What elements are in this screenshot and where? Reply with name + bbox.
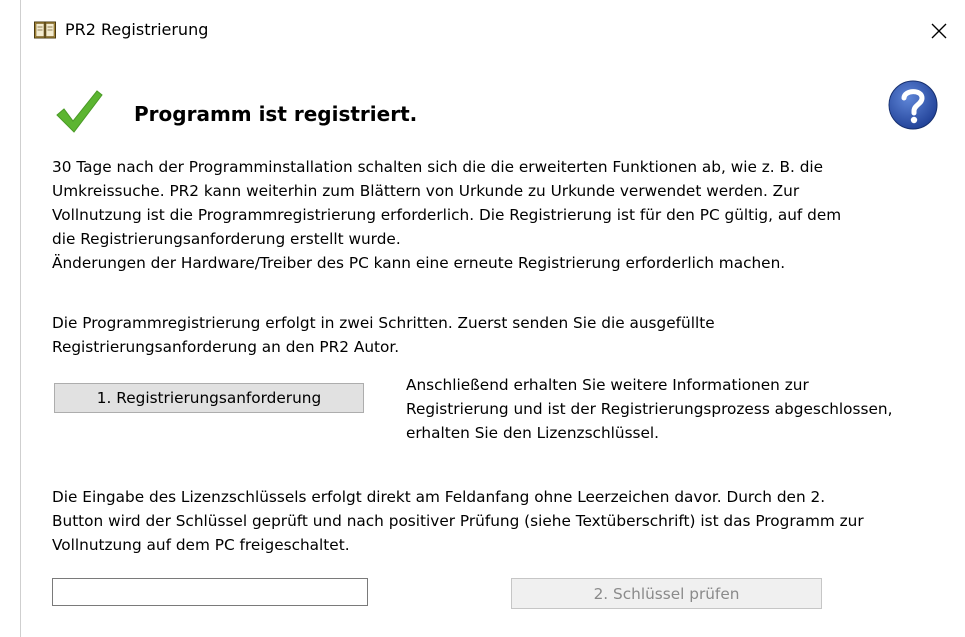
registration-window: PR2 Registrierung Programm ist registrie… bbox=[20, 0, 965, 637]
verify-key-button[interactable]: 2. Schlüssel prüfen bbox=[511, 578, 822, 609]
checkmark-icon bbox=[56, 90, 103, 133]
close-button[interactable] bbox=[919, 12, 959, 50]
info-paragraph-steps: Die Programmregistrierung erfolgt in zwe… bbox=[52, 314, 715, 356]
title-bar: PR2 Registrierung bbox=[21, 0, 965, 62]
license-key-input[interactable] bbox=[52, 578, 368, 606]
window-title: PR2 Registrierung bbox=[65, 20, 209, 39]
close-icon bbox=[931, 23, 947, 39]
help-icon[interactable] bbox=[885, 79, 941, 131]
registration-request-button[interactable]: 1. Registrierungsanforderung bbox=[54, 383, 364, 413]
info-paragraph-key-entry: Die Eingabe des Lizenzschlüssels erfolgt… bbox=[52, 488, 864, 554]
info-paragraph-license: Anschließend erhalten Sie weitere Inform… bbox=[406, 376, 893, 442]
info-paragraph-trial: 30 Tage nach der Programminstallation sc… bbox=[52, 158, 842, 272]
status-heading: Programm ist registriert. bbox=[134, 102, 418, 126]
book-icon bbox=[34, 21, 56, 39]
